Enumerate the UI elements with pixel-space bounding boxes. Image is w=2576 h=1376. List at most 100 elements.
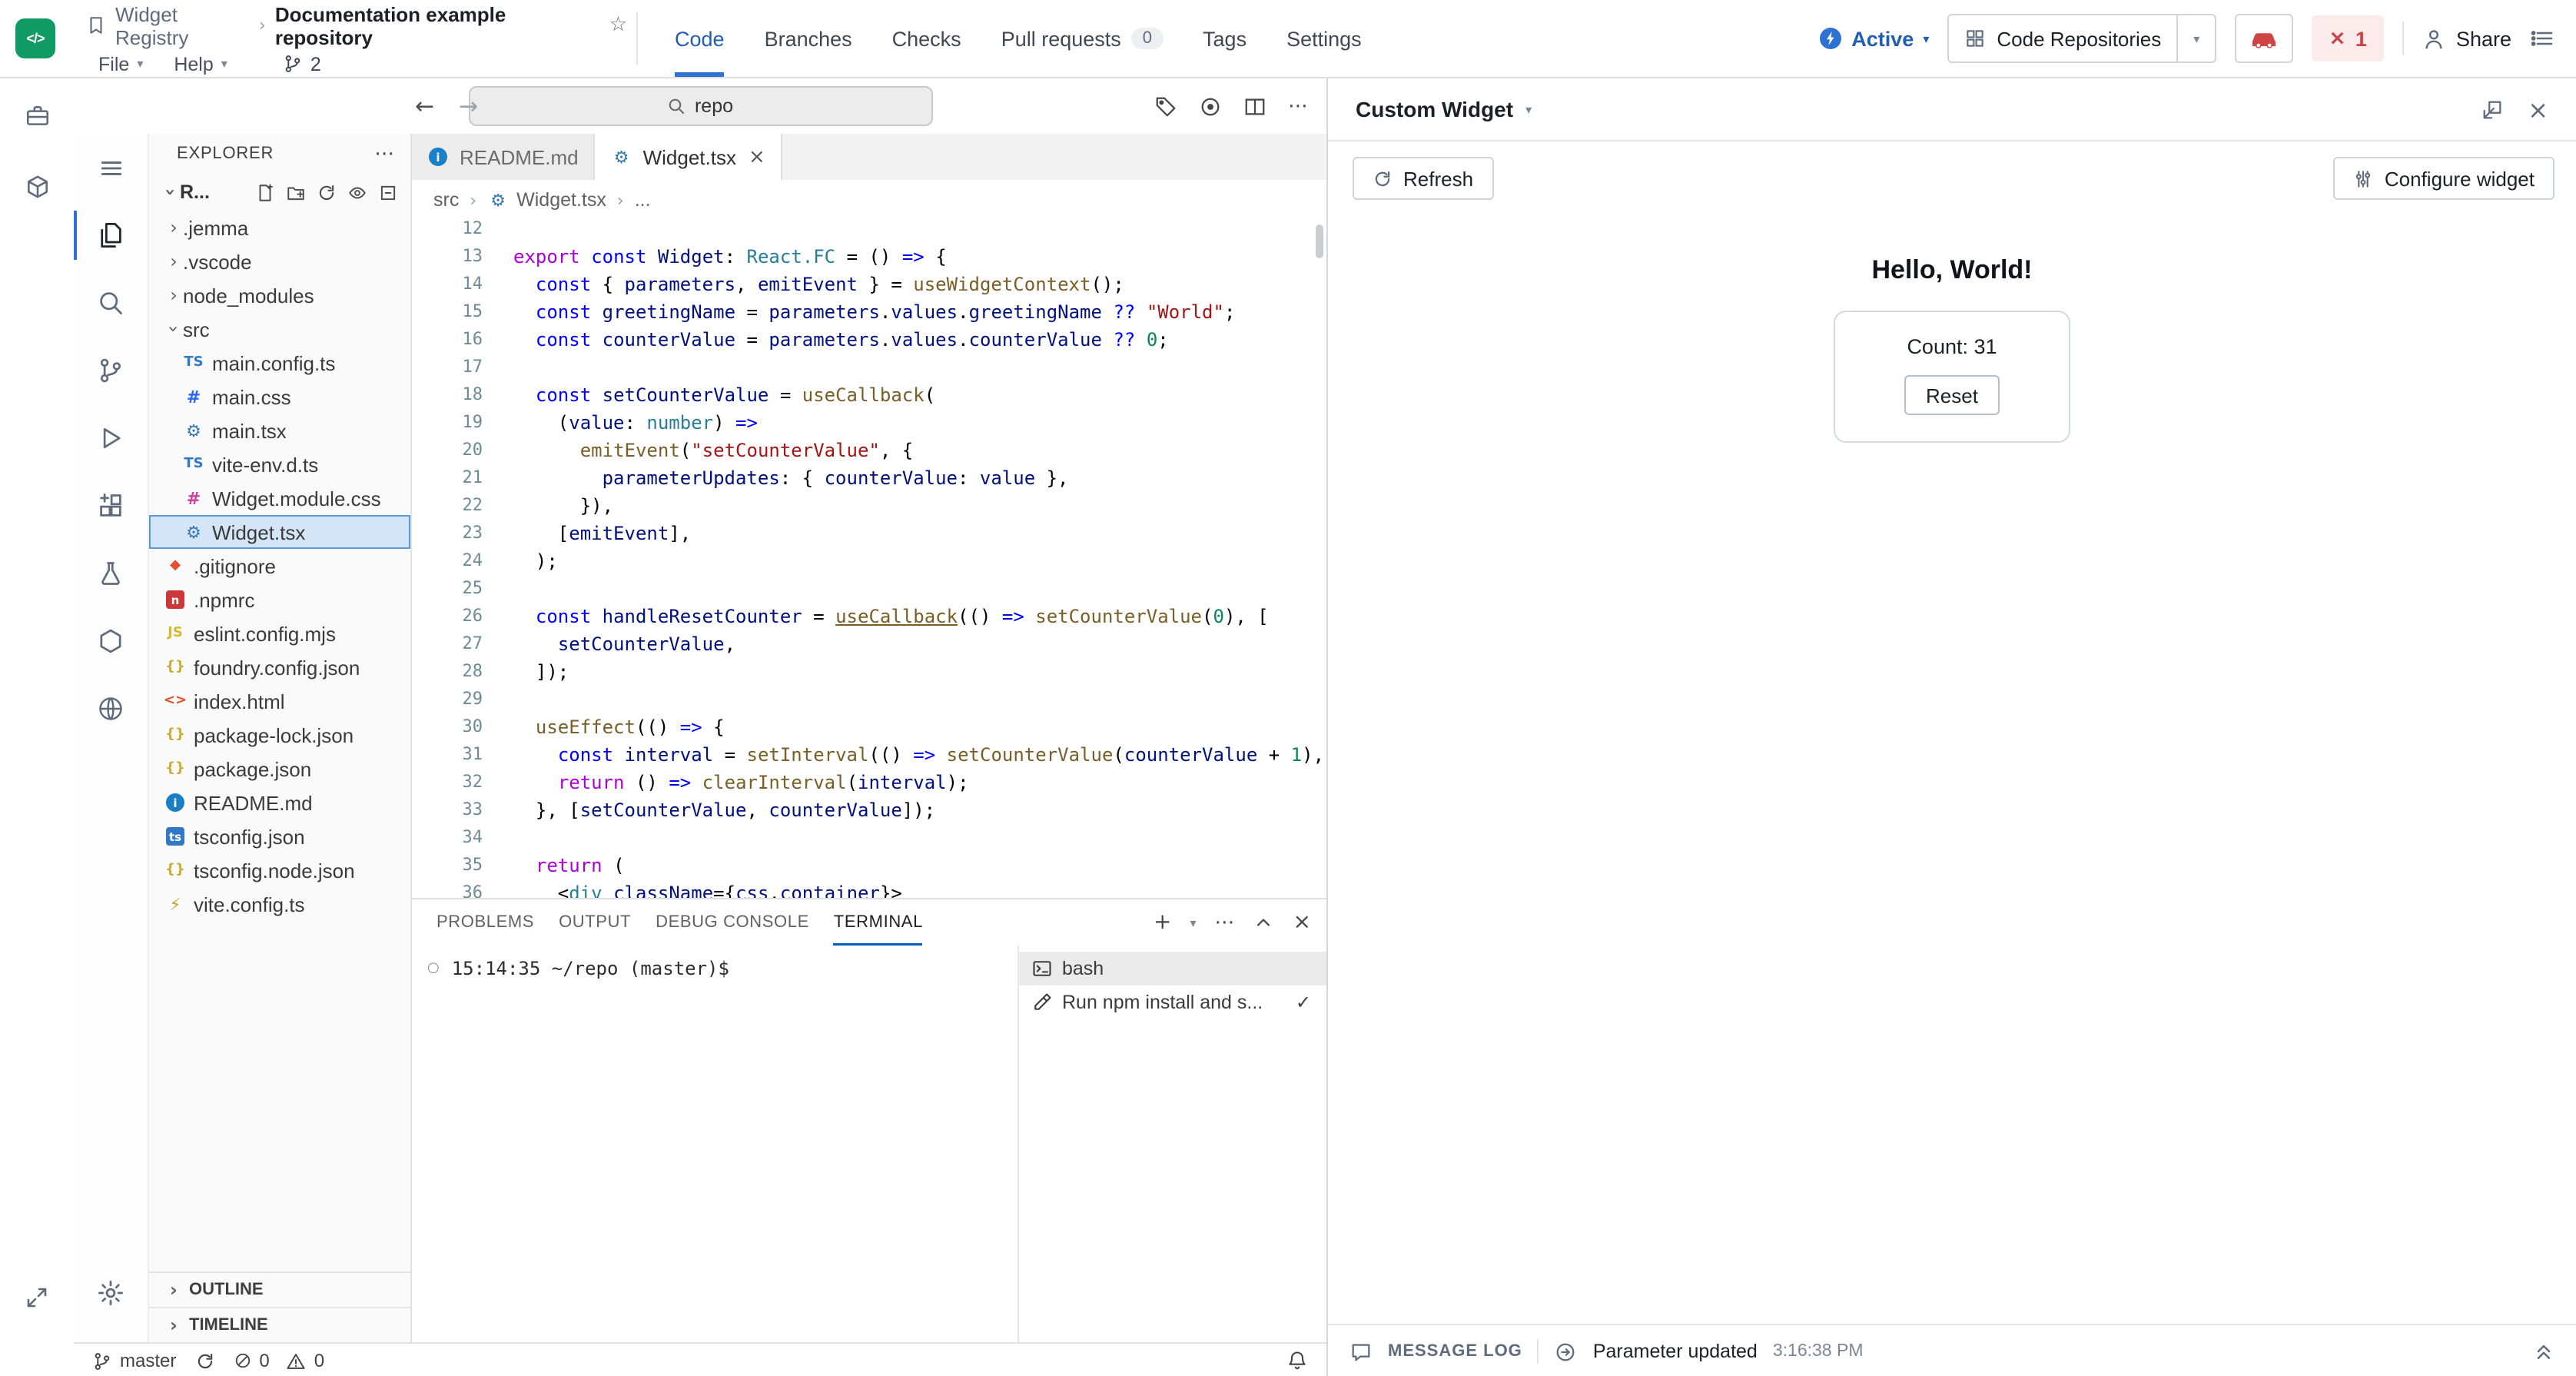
- explorer-more-icon[interactable]: ⋯: [374, 142, 395, 165]
- explorer-icon[interactable]: [74, 201, 148, 269]
- code-line[interactable]: 21 parameterUpdates: { counterValue: val…: [412, 464, 1326, 492]
- tree-item-main-tsx[interactable]: ⚙main.tsx: [149, 414, 410, 447]
- tree-item-src[interactable]: ›src: [149, 312, 410, 346]
- code-line[interactable]: 31 const interval = setInterval(() => se…: [412, 741, 1326, 769]
- tree-item-main-config-ts[interactable]: TSmain.config.ts: [149, 346, 410, 380]
- editor-tab-widget-tsx[interactable]: ⚙Widget.tsx×: [596, 134, 782, 180]
- refresh-button[interactable]: Refresh: [1353, 157, 1493, 200]
- tree-item-index-html[interactable]: <>index.html: [149, 684, 410, 718]
- tree-item-tsconfig-node-json[interactable]: {}tsconfig.node.json: [149, 853, 410, 887]
- code-line[interactable]: 12: [412, 220, 1326, 243]
- code-line[interactable]: 34: [412, 824, 1326, 852]
- terminal-view[interactable]: ○ 15:14:35 ~/repo (master)$: [412, 946, 1017, 1342]
- repo-tab-checks[interactable]: Checks: [892, 0, 961, 77]
- code-line[interactable]: 17: [412, 354, 1326, 381]
- code-line[interactable]: 26 const handleResetCounter = useCallbac…: [412, 603, 1326, 630]
- code-line[interactable]: 15 const greetingName = parameters.value…: [412, 298, 1326, 326]
- maximize-panel-icon[interactable]: [1253, 912, 1275, 933]
- forward-arrow-icon[interactable]: →: [459, 92, 478, 120]
- code-line[interactable]: 35 return (: [412, 852, 1326, 879]
- preview-icon[interactable]: [1199, 95, 1222, 118]
- explorer-root-row[interactable]: › R...: [149, 174, 410, 211]
- breadcrumb-item-src[interactable]: src: [433, 189, 459, 211]
- panel-tab-output[interactable]: OUTPUT: [559, 899, 631, 946]
- code-line[interactable]: 22 }),: [412, 492, 1326, 520]
- settings-gear-icon[interactable]: [74, 1259, 148, 1327]
- tree-item-readme-md[interactable]: iREADME.md: [149, 786, 410, 819]
- app-menu-icon[interactable]: [2530, 26, 2554, 51]
- code-line[interactable]: 18 const setCounterValue = useCallback(: [412, 381, 1326, 409]
- code-line[interactable]: 24 );: [412, 547, 1326, 575]
- code-line[interactable]: 27 setCounterValue,: [412, 630, 1326, 658]
- breadcrumb-item-widget-tsx[interactable]: ⚙Widget.tsx: [487, 189, 606, 211]
- back-arrow-icon[interactable]: ←: [415, 92, 434, 120]
- code-line[interactable]: 20 emitEvent("setCounterValue", {: [412, 437, 1326, 464]
- message-log-bar[interactable]: MESSAGE LOG Parameter updated 3:16:38 PM: [1328, 1324, 2576, 1376]
- code-repositories-button[interactable]: Code Repositories: [1949, 15, 2178, 61]
- tree-item-foundry-config-json[interactable]: {}foundry.config.json: [149, 650, 410, 684]
- breadcrumb-item-[interactable]: ...: [635, 189, 651, 211]
- code-line[interactable]: 36 <div className={css.container}>: [412, 879, 1326, 898]
- tree-item-npmrc[interactable]: n.npmrc: [149, 583, 410, 617]
- code-line[interactable]: 33 }, [setCounterValue, counterValue]);: [412, 796, 1326, 824]
- vehicle-button[interactable]: [2235, 14, 2293, 63]
- problems-indicator[interactable]: 0 0: [233, 1350, 324, 1371]
- close-panel-icon[interactable]: ×: [2528, 95, 2548, 124]
- code-line[interactable]: 13export const Widget: React.FC = () => …: [412, 243, 1326, 271]
- chevron-down-icon[interactable]: ▾: [1190, 916, 1197, 929]
- repo-tab-pull-requests[interactable]: Pull requests0: [1001, 0, 1163, 77]
- panel-tab-terminal[interactable]: TERMINAL: [834, 899, 923, 946]
- code-line[interactable]: 19 (value: number) =>: [412, 409, 1326, 437]
- repo-tab-branches[interactable]: Branches: [765, 0, 852, 77]
- run-debug-icon[interactable]: [74, 404, 148, 472]
- globe-icon[interactable]: [74, 675, 148, 743]
- code-repositories-caret-button[interactable]: ▾: [2178, 15, 2215, 61]
- platform-logo[interactable]: </>: [0, 0, 71, 77]
- code-line[interactable]: 23 [emitEvent],: [412, 520, 1326, 547]
- briefcase-icon[interactable]: [18, 97, 55, 134]
- command-search-input[interactable]: repo: [468, 86, 932, 126]
- build-status-button[interactable]: Active ▾: [1817, 26, 1929, 51]
- panel-more-icon[interactable]: ⋯: [1215, 911, 1235, 934]
- terminal-list-item-bash[interactable]: bash: [1019, 952, 1326, 985]
- test-beaker-icon[interactable]: [74, 540, 148, 607]
- favorite-star-icon[interactable]: ☆: [609, 14, 627, 37]
- code-line[interactable]: 16 const counterValue = parameters.value…: [412, 326, 1326, 354]
- refresh-icon[interactable]: [317, 182, 337, 202]
- new-terminal-icon[interactable]: +: [1154, 910, 1171, 935]
- help-menu[interactable]: Help ▾: [161, 53, 239, 75]
- tree-item-jemma[interactable]: ›.jemma: [149, 211, 410, 244]
- code-line[interactable]: 32 return () => clearInterval(interval);: [412, 769, 1326, 796]
- notifications-bell-icon[interactable]: [1286, 1350, 1308, 1371]
- close-tab-icon[interactable]: ×: [749, 145, 765, 168]
- timeline-section[interactable]: › TIMELINE: [149, 1307, 410, 1342]
- branch-count-indicator[interactable]: 2: [283, 53, 321, 75]
- terminal-list-item-run-npm-install-and-s[interactable]: Run npm install and s...✓: [1019, 985, 1326, 1019]
- tree-item-eslint-config-mjs[interactable]: JSeslint.config.mjs: [149, 617, 410, 650]
- sync-button[interactable]: [194, 1351, 214, 1371]
- expand-log-icon[interactable]: [2533, 1341, 2554, 1362]
- open-in-window-icon[interactable]: [2480, 98, 2503, 121]
- code-line[interactable]: 28 ]);: [412, 658, 1326, 686]
- tree-item-main-css[interactable]: #main.css: [149, 380, 410, 414]
- panel-tab-problems[interactable]: PROBLEMS: [437, 899, 534, 946]
- search-icon[interactable]: [74, 269, 148, 337]
- source-control-icon[interactable]: [74, 337, 148, 404]
- repo-tab-tags[interactable]: Tags: [1203, 0, 1247, 77]
- chevron-down-icon[interactable]: ▾: [1525, 102, 1532, 116]
- new-folder-icon[interactable]: [286, 182, 306, 202]
- share-button[interactable]: Share: [2422, 27, 2511, 50]
- tree-item-tsconfig-json[interactable]: tstsconfig.json: [149, 819, 410, 853]
- split-editor-icon[interactable]: [1243, 95, 1266, 118]
- code-editor[interactable]: 1213export const Widget: React.FC = () =…: [412, 220, 1326, 898]
- new-file-icon[interactable]: [255, 182, 275, 202]
- file-menu[interactable]: File ▾: [86, 53, 155, 75]
- menu-icon[interactable]: [74, 134, 148, 201]
- repo-tab-settings[interactable]: Settings: [1286, 0, 1362, 77]
- tree-item-node-modules[interactable]: ›node_modules: [149, 278, 410, 312]
- tree-item-vite-env-d-ts[interactable]: TSvite-env.d.ts: [149, 447, 410, 481]
- code-line[interactable]: 29: [412, 686, 1326, 713]
- tree-item-vite-config-ts[interactable]: ⚡vite.config.ts: [149, 887, 410, 921]
- tree-item-widget-tsx[interactable]: ⚙Widget.tsx: [149, 515, 410, 549]
- reset-button[interactable]: Reset: [1904, 375, 2000, 415]
